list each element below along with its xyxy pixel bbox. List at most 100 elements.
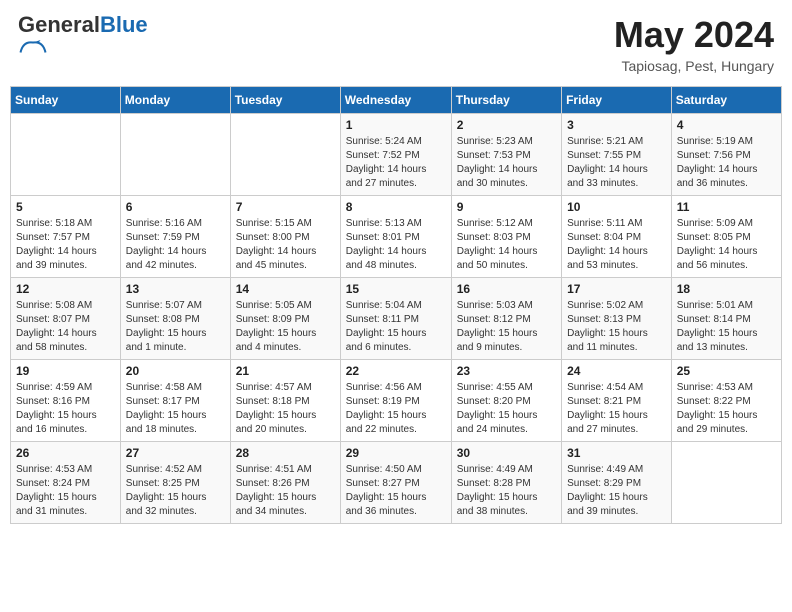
- day-info: Sunrise: 5:21 AMSunset: 7:55 PMDaylight:…: [567, 135, 666, 191]
- day-info: Sunrise: 4:57 AMSunset: 8:18 PMDaylight:…: [236, 381, 335, 437]
- day-number: 14: [236, 282, 335, 296]
- day-number: 10: [567, 200, 666, 214]
- day-number: 6: [126, 200, 225, 214]
- day-number: 7: [236, 200, 335, 214]
- calendar-cell: 17Sunrise: 5:02 AMSunset: 8:13 PMDayligh…: [562, 278, 672, 360]
- day-number: 22: [346, 364, 446, 378]
- day-number: 26: [16, 446, 115, 460]
- day-info: Sunrise: 4:55 AMSunset: 8:20 PMDaylight:…: [457, 381, 556, 437]
- calendar-cell: 22Sunrise: 4:56 AMSunset: 8:19 PMDayligh…: [340, 360, 451, 442]
- day-number: 12: [16, 282, 115, 296]
- page-header: GeneralBlue May 2024 Tapiosag, Pest, Hun…: [10, 10, 782, 78]
- day-info: Sunrise: 5:02 AMSunset: 8:13 PMDaylight:…: [567, 299, 666, 355]
- calendar-cell: 1 Sunrise: 5:24 AMSunset: 7:52 PMDaylight…: [340, 114, 451, 196]
- day-info: Sunrise: 5:05 AMSunset: 8:09 PMDaylight:…: [236, 299, 335, 355]
- calendar-cell: 21 Sunrise: 4:57 AMSunset: 8:18 PMDayligh…: [230, 360, 340, 442]
- day-number: 8: [346, 200, 446, 214]
- day-number: 16: [457, 282, 556, 296]
- calendar-cell: 11 Sunrise: 5:09 AMSunset: 8:05 PMDayligh…: [671, 196, 781, 278]
- day-number: 18: [677, 282, 776, 296]
- calendar-cell: 9 Sunrise: 5:12 AMSunset: 8:03 PMDaylight…: [451, 196, 561, 278]
- day-info: Sunrise: 5:13 AMSunset: 8:01 PMDaylight:…: [346, 217, 446, 273]
- calendar-cell: 19 Sunrise: 4:59 AMSunset: 8:16 PMDayligh…: [11, 360, 121, 442]
- calendar-cell: [11, 114, 121, 196]
- title-block: May 2024 Tapiosag, Pest, Hungary: [614, 14, 774, 74]
- day-number: 28: [236, 446, 335, 460]
- day-number: 2: [457, 118, 556, 132]
- day-number: 4: [677, 118, 776, 132]
- calendar-cell: 29 Sunrise: 4:50 AMSunset: 8:27 PMDayligh…: [340, 442, 451, 524]
- day-number: 11: [677, 200, 776, 214]
- day-info: Sunrise: 5:12 AMSunset: 8:03 PMDaylight:…: [457, 217, 556, 273]
- calendar-cell: [671, 442, 781, 524]
- day-number: 29: [346, 446, 446, 460]
- day-number: 3: [567, 118, 666, 132]
- weekday-header-thursday: Thursday: [451, 87, 561, 114]
- calendar-cell: 7Sunrise: 5:15 AMSunset: 8:00 PMDaylight…: [230, 196, 340, 278]
- weekday-header-sunday: Sunday: [11, 87, 121, 114]
- calendar-cell: 4Sunrise: 5:19 AMSunset: 7:56 PMDaylight…: [671, 114, 781, 196]
- location-subtitle: Tapiosag, Pest, Hungary: [614, 58, 774, 74]
- calendar-cell: 27Sunrise: 4:52 AMSunset: 8:25 PMDayligh…: [120, 442, 230, 524]
- calendar-cell: 26 Sunrise: 4:53 AMSunset: 8:24 PMDayligh…: [11, 442, 121, 524]
- calendar-cell: 13 Sunrise: 5:07 AMSunset: 8:08 PMDayligh…: [120, 278, 230, 360]
- calendar-cell: 14 Sunrise: 5:05 AMSunset: 8:09 PMDayligh…: [230, 278, 340, 360]
- calendar-cell: 8 Sunrise: 5:13 AMSunset: 8:01 PMDaylight…: [340, 196, 451, 278]
- weekday-header-friday: Friday: [562, 87, 672, 114]
- day-info: Sunrise: 4:51 AMSunset: 8:26 PMDaylight:…: [236, 463, 335, 519]
- month-title: May 2024: [614, 14, 774, 56]
- day-number: 30: [457, 446, 556, 460]
- calendar-cell: 15Sunrise: 5:04 AMSunset: 8:11 PMDayligh…: [340, 278, 451, 360]
- day-number: 27: [126, 446, 225, 460]
- calendar-cell: 20 Sunrise: 4:58 AMSunset: 8:17 PMDayligh…: [120, 360, 230, 442]
- calendar-cell: 28 Sunrise: 4:51 AMSunset: 8:26 PMDayligh…: [230, 442, 340, 524]
- calendar-cell: 25 Sunrise: 4:53 AMSunset: 8:22 PMDayligh…: [671, 360, 781, 442]
- calendar-cell: 31Sunrise: 4:49 AMSunset: 8:29 PMDayligh…: [562, 442, 672, 524]
- weekday-header-saturday: Saturday: [671, 87, 781, 114]
- day-info: Sunrise: 5:09 AMSunset: 8:05 PMDaylight:…: [677, 217, 776, 273]
- weekday-header-monday: Monday: [120, 87, 230, 114]
- day-info: Sunrise: 5:04 AMSunset: 8:11 PMDaylight:…: [346, 299, 446, 355]
- day-info: Sunrise: 4:50 AMSunset: 8:27 PMDaylight:…: [346, 463, 446, 519]
- logo-general-text: General: [18, 12, 100, 37]
- day-info: Sunrise: 4:59 AMSunset: 8:16 PMDaylight:…: [16, 381, 115, 437]
- day-info: Sunrise: 5:23 AMSunset: 7:53 PMDaylight:…: [457, 135, 556, 191]
- calendar-cell: 12 Sunrise: 5:08 AMSunset: 8:07 PMDayligh…: [11, 278, 121, 360]
- logo: GeneralBlue: [18, 14, 148, 54]
- calendar-cell: 24 Sunrise: 4:54 AMSunset: 8:21 PMDayligh…: [562, 360, 672, 442]
- day-number: 23: [457, 364, 556, 378]
- calendar-cell: 5Sunrise: 5:18 AMSunset: 7:57 PMDaylight…: [11, 196, 121, 278]
- calendar-cell: 6Sunrise: 5:16 AMSunset: 7:59 PMDaylight…: [120, 196, 230, 278]
- weekday-header-wednesday: Wednesday: [340, 87, 451, 114]
- logo-blue-text: Blue: [100, 12, 148, 37]
- day-number: 13: [126, 282, 225, 296]
- calendar-table: SundayMondayTuesdayWednesdayThursdayFrid…: [10, 86, 782, 524]
- day-number: 9: [457, 200, 556, 214]
- day-info: Sunrise: 5:03 AMSunset: 8:12 PMDaylight:…: [457, 299, 556, 355]
- day-number: 24: [567, 364, 666, 378]
- day-info: Sunrise: 5:01 AMSunset: 8:14 PMDaylight:…: [677, 299, 776, 355]
- day-info: Sunrise: 5:18 AMSunset: 7:57 PMDaylight:…: [16, 217, 115, 273]
- calendar-cell: [120, 114, 230, 196]
- day-number: 19: [16, 364, 115, 378]
- day-info: Sunrise: 4:49 AMSunset: 8:28 PMDaylight:…: [457, 463, 556, 519]
- day-number: 21: [236, 364, 335, 378]
- calendar-cell: 10 Sunrise: 5:11 AMSunset: 8:04 PMDayligh…: [562, 196, 672, 278]
- day-info: Sunrise: 5:24 AMSunset: 7:52 PMDaylight:…: [346, 135, 446, 191]
- calendar-cell: 18 Sunrise: 5:01 AMSunset: 8:14 PMDayligh…: [671, 278, 781, 360]
- day-info: Sunrise: 5:11 AMSunset: 8:04 PMDaylight:…: [567, 217, 666, 273]
- weekday-header-tuesday: Tuesday: [230, 87, 340, 114]
- day-info: Sunrise: 5:07 AMSunset: 8:08 PMDaylight:…: [126, 299, 225, 355]
- day-info: Sunrise: 5:08 AMSunset: 8:07 PMDaylight:…: [16, 299, 115, 355]
- calendar-cell: [230, 114, 340, 196]
- day-number: 25: [677, 364, 776, 378]
- day-info: Sunrise: 4:58 AMSunset: 8:17 PMDaylight:…: [126, 381, 225, 437]
- day-number: 1: [346, 118, 446, 132]
- day-number: 20: [126, 364, 225, 378]
- calendar-cell: 3 Sunrise: 5:21 AMSunset: 7:55 PMDaylight…: [562, 114, 672, 196]
- logo-icon: [18, 38, 48, 54]
- day-info: Sunrise: 4:53 AMSunset: 8:24 PMDaylight:…: [16, 463, 115, 519]
- day-info: Sunrise: 4:53 AMSunset: 8:22 PMDaylight:…: [677, 381, 776, 437]
- calendar-cell: 2 Sunrise: 5:23 AMSunset: 7:53 PMDaylight…: [451, 114, 561, 196]
- day-info: Sunrise: 4:54 AMSunset: 8:21 PMDaylight:…: [567, 381, 666, 437]
